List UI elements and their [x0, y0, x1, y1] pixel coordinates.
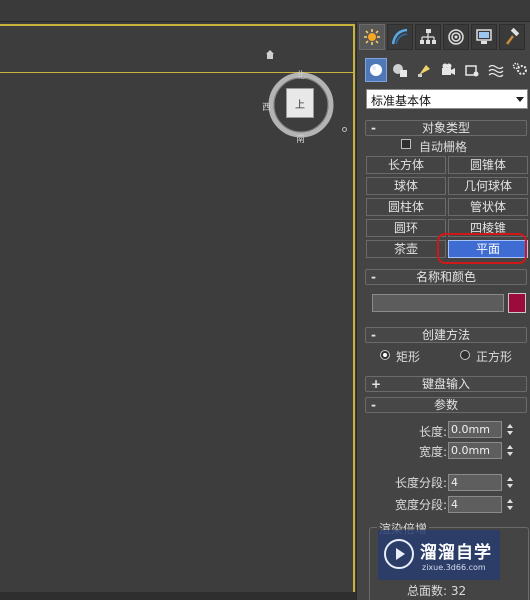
- watermark-title: 溜溜自学: [420, 543, 492, 563]
- category-helpers[interactable]: [461, 58, 483, 82]
- rollout-title: 名称和颜色: [415, 270, 476, 284]
- length-segs-spinner-arrows[interactable]: [505, 474, 515, 491]
- width-label: 宽度:: [419, 445, 448, 459]
- annotation-highlight-ring: [437, 233, 527, 264]
- rollout-collapse-toggle: -: [371, 270, 376, 284]
- rollout-collapse-toggle: -: [371, 328, 376, 342]
- spacewarps-icon: [488, 64, 504, 78]
- viewcube-top-face[interactable]: 上: [286, 88, 314, 118]
- width-input[interactable]: 0.0mm: [448, 442, 502, 459]
- dropdown-value: 标准基本体: [371, 94, 432, 108]
- rollout-title: 参数: [433, 398, 458, 412]
- tube-button[interactable]: 管状体: [448, 198, 528, 216]
- name-color-rollout-header[interactable]: - 名称和颜色: [365, 269, 527, 285]
- primitive-type-dropdown[interactable]: 标准基本体: [366, 89, 528, 109]
- home-icon[interactable]: [266, 50, 274, 59]
- length-input[interactable]: 0.0mm: [448, 421, 502, 438]
- command-panel-tabs: [359, 24, 525, 50]
- length-label: 长度:: [419, 425, 448, 439]
- hierarchy-icon: [420, 29, 436, 44]
- rollout-title: 键盘输入: [421, 377, 470, 391]
- cylinder-button[interactable]: 圆柱体: [366, 198, 446, 216]
- object-name-field[interactable]: [372, 294, 504, 312]
- length-spinner-arrows[interactable]: [505, 421, 515, 438]
- width-segs-spinner-arrows[interactable]: [505, 496, 515, 513]
- chevron-down-icon: [516, 97, 524, 102]
- teapot-button[interactable]: 茶壶: [366, 240, 446, 258]
- width-segs-input[interactable]: 4: [448, 496, 502, 513]
- length-segs-label: 长度分段:: [395, 476, 448, 490]
- sun-star-icon: [364, 29, 380, 45]
- top-toolbar-strip: [0, 0, 530, 22]
- compass-north-label: 北: [296, 71, 306, 81]
- tab-display[interactable]: [471, 24, 497, 50]
- shapes-icon: [393, 64, 407, 77]
- keyboard-entry-rollout-header[interactable]: + 键盘输入: [365, 376, 527, 392]
- rollout-title: 创建方法: [421, 328, 470, 342]
- rectangle-radio-label: 矩形: [396, 350, 421, 364]
- creation-method-rollout-header[interactable]: - 创建方法: [365, 327, 527, 343]
- object-color-swatch[interactable]: [508, 293, 526, 313]
- compass-south-label: 南: [296, 135, 306, 145]
- parameters-rollout-header[interactable]: - 参数: [365, 397, 527, 413]
- compass-west-label: 西: [262, 103, 272, 113]
- watermark-overlay: 溜溜自学 zixue.3d66.com: [378, 530, 500, 580]
- category-shapes[interactable]: [389, 58, 411, 82]
- square-radio-label: 正方形: [476, 350, 513, 364]
- autogrid-label: 自动栅格: [419, 140, 468, 154]
- square-radio[interactable]: [460, 350, 470, 360]
- rollout-collapse-toggle: -: [371, 121, 376, 135]
- hammer-icon: [506, 28, 520, 45]
- geosphere-button[interactable]: 几何球体: [448, 177, 528, 195]
- tab-modify[interactable]: [387, 24, 413, 50]
- total-faces-label: 总面数: 32: [407, 584, 467, 598]
- helpers-icon: [465, 65, 479, 77]
- category-systems[interactable]: [509, 58, 530, 82]
- cameras-icon: [442, 63, 455, 75]
- viewport-bottom-edge: [0, 592, 356, 600]
- object-type-rollout-header[interactable]: - 对象类型: [365, 120, 527, 136]
- rollout-collapse-toggle: -: [371, 398, 376, 412]
- category-lights[interactable]: [413, 58, 435, 82]
- sphere-button[interactable]: 球体: [366, 177, 446, 195]
- lights-icon: [418, 65, 430, 77]
- length-segs-input[interactable]: 4: [448, 474, 502, 491]
- cone-button[interactable]: 圆锥体: [448, 156, 528, 174]
- tab-motion[interactable]: [443, 24, 469, 50]
- category-geometry[interactable]: [365, 58, 387, 82]
- viewport[interactable]: 上 北 西 南: [0, 22, 356, 600]
- tab-utilities[interactable]: [499, 24, 525, 50]
- tab-create[interactable]: [359, 24, 385, 50]
- torus-button[interactable]: 圆环: [366, 219, 446, 237]
- category-icon-row: [365, 58, 530, 82]
- monitor-icon: [476, 29, 492, 44]
- command-panel: 标准基本体 - 对象类型 自动栅格 长方体 圆锥体 球体 几何球体 圆柱体 管状…: [356, 22, 530, 600]
- motion-icon: [448, 29, 464, 45]
- viewcube[interactable]: 上 北 西 南: [262, 68, 338, 145]
- systems-icon: [512, 62, 527, 75]
- tab-hierarchy[interactable]: [415, 24, 441, 50]
- rollout-title: 对象类型: [421, 121, 470, 135]
- curve-icon: [391, 28, 408, 45]
- geometry-sphere-icon: [370, 64, 382, 76]
- watermark-url: zixue.3d66.com: [422, 563, 486, 572]
- rollout-expand-toggle: +: [371, 377, 382, 391]
- cube-face-label: 上: [295, 100, 305, 111]
- width-segs-label: 宽度分段:: [395, 498, 448, 512]
- viewcube-menu-dot[interactable]: [342, 127, 347, 132]
- category-cameras[interactable]: [437, 58, 459, 82]
- box-button[interactable]: 长方体: [366, 156, 446, 174]
- rectangle-radio[interactable]: [380, 350, 390, 360]
- width-spinner-arrows[interactable]: [505, 442, 515, 459]
- autogrid-checkbox[interactable]: [401, 139, 411, 149]
- category-spacewarps[interactable]: [485, 58, 507, 82]
- play-logo-icon: [384, 539, 414, 569]
